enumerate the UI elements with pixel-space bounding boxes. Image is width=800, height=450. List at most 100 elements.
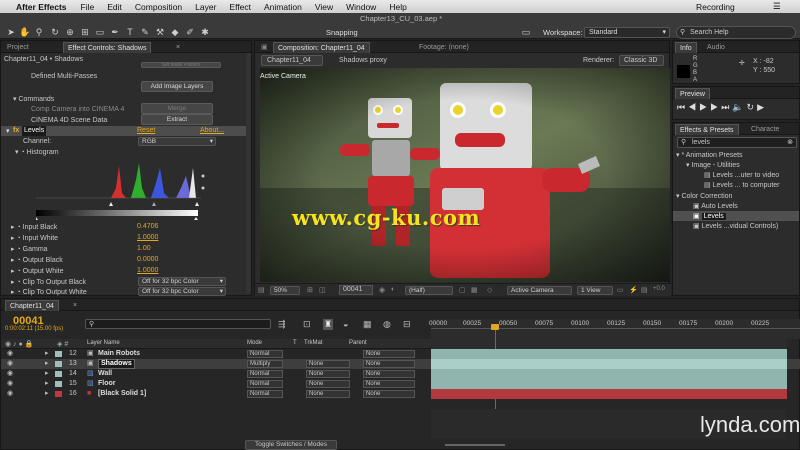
histogram-twirl-icon[interactable]: ▾: [15, 149, 19, 156]
hide-shy-layers-icon[interactable]: ◒: [343, 319, 348, 329]
tree-item[interactable]: ▾ * Animation Presets: [676, 151, 743, 159]
t-header[interactable]: T: [293, 340, 297, 346]
mask-icon[interactable]: ◫: [319, 286, 326, 294]
layer-row[interactable]: ◉ ▸ 14 ▨ Wall Normal None None: [1, 369, 800, 379]
brush-tool-icon[interactable]: ✎: [139, 26, 151, 38]
extract-button[interactable]: Extract: [141, 114, 213, 125]
timeline-icon[interactable]: ▤: [641, 286, 648, 294]
menu-effect[interactable]: Effect: [229, 2, 251, 12]
timeline-search-input[interactable]: ⚲: [85, 319, 271, 329]
trkmat-header[interactable]: TrkMat: [304, 340, 322, 346]
toggle-pixel-aspect-icon[interactable]: ▭: [617, 286, 624, 294]
live-update-icon[interactable]: ⊡: [303, 319, 311, 330]
tab-footage[interactable]: Footage: (none): [415, 42, 473, 53]
layer-row[interactable]: ◉ ▸ 12 ▣ Main Robots Normal None: [1, 349, 800, 359]
layer-name-header[interactable]: Layer Name: [87, 340, 120, 346]
clone-stamp-tool-icon[interactable]: ⚒: [154, 26, 166, 38]
channel-select[interactable]: RGB ▾: [138, 137, 216, 146]
layer-track-bar[interactable]: [431, 379, 787, 389]
label-color[interactable]: [55, 381, 62, 387]
menu-file[interactable]: File: [81, 2, 95, 12]
show-channel-icon[interactable]: ◐: [391, 286, 395, 293]
app-menu[interactable]: After Effects: [16, 2, 67, 12]
mode-select[interactable]: Multiply: [247, 360, 283, 368]
always-preview-icon[interactable]: ▤: [258, 286, 265, 294]
comp-subtab[interactable]: Chapter11_04: [261, 55, 323, 66]
commands-twirl-icon[interactable]: ▾: [13, 96, 17, 103]
pan-behind-tool-icon[interactable]: ⊞: [79, 26, 91, 38]
trkmat-select[interactable]: None: [306, 360, 350, 368]
tab-info[interactable]: Info: [675, 42, 697, 53]
eraser-tool-icon[interactable]: ◆: [169, 26, 181, 38]
audio-icon[interactable]: 🔈: [732, 102, 746, 112]
tree-item[interactable]: ▾ Image - Utilities: [686, 161, 740, 169]
draft-3d-toggle-icon[interactable]: ♜: [323, 319, 334, 330]
graph-editor-icon[interactable]: ⊟: [403, 319, 411, 330]
clip-white-select[interactable]: Off for 32 bpc Color ▾: [138, 287, 226, 296]
first-frame-icon[interactable]: ⏮: [677, 102, 688, 112]
menu-animation[interactable]: Animation: [264, 2, 302, 12]
close-tab-icon[interactable]: ×: [69, 300, 81, 311]
reset-link[interactable]: Reset: [137, 127, 155, 134]
layer-name[interactable]: Main Robots: [98, 349, 140, 359]
trkmat-select[interactable]: None: [306, 380, 350, 388]
fast-previews-icon[interactable]: ⚡: [629, 286, 638, 294]
toggle-switches-modes-button[interactable]: Toggle Switches / Modes: [245, 440, 337, 450]
stopwatch-icon[interactable]: ◔: [20, 149, 24, 156]
eye-icon[interactable]: ◉: [7, 379, 13, 389]
menu-composition[interactable]: Composition: [135, 2, 182, 12]
effect-controls-scrollbar[interactable]: [246, 53, 251, 293]
tree-item[interactable]: ▣ Auto Levels: [693, 202, 738, 210]
mode-select[interactable]: Normal: [247, 350, 283, 358]
mode-header[interactable]: Mode: [247, 340, 262, 346]
tab-composition[interactable]: Composition: Chapter11_04: [273, 42, 370, 53]
exposure-value[interactable]: +0.0: [653, 286, 665, 292]
layer-name[interactable]: [Black Solid 1]: [98, 389, 146, 399]
close-tab-icon[interactable]: ×: [172, 42, 184, 53]
twirl-right-icon[interactable]: ▸: [45, 369, 49, 379]
workspace-select[interactable]: Standard ▾: [584, 27, 670, 38]
clip-black-select[interactable]: Off for 32 bpc Color ▾: [138, 277, 226, 286]
camera-view-select[interactable]: Active Camera: [507, 286, 572, 295]
tab-project[interactable]: Project: [3, 42, 33, 53]
transparency-grid-icon[interactable]: ▦: [471, 286, 478, 294]
parent-select[interactable]: None: [363, 380, 415, 388]
label-color[interactable]: [55, 351, 62, 357]
layer-row-selected[interactable]: ◉ ▸ 13 ▣ Shadows Multiply None None: [1, 359, 800, 369]
pen-tool-icon[interactable]: ✒: [109, 26, 121, 38]
menu-edit[interactable]: Edit: [107, 2, 122, 12]
next-frame-icon[interactable]: ▶: [710, 102, 721, 112]
playhead-handle[interactable]: [491, 324, 499, 330]
parent-select[interactable]: None: [363, 360, 415, 368]
menu-help[interactable]: Help: [389, 2, 406, 12]
layer-name[interactable]: Floor: [98, 379, 116, 389]
parent-select[interactable]: None: [363, 390, 415, 398]
eye-icon[interactable]: ◉: [7, 369, 13, 379]
about-link[interactable]: About...: [200, 127, 224, 134]
tab-character[interactable]: Characte: [747, 124, 783, 135]
rectangle-tool-icon[interactable]: ▭: [94, 26, 106, 38]
workspace-layout-icon[interactable]: ▭: [520, 26, 532, 38]
tree-item[interactable]: ▤ Levels ...uter to video: [704, 171, 779, 179]
input-black-value[interactable]: 0.4706: [137, 223, 158, 230]
output-black-value[interactable]: 0.0000: [137, 256, 158, 263]
tab-timeline[interactable]: Chapter11_04: [5, 300, 59, 311]
layer-row[interactable]: ◉ ▸ 15 ▨ Floor Normal None None: [1, 379, 800, 389]
hand-tool-icon[interactable]: ✋: [19, 26, 31, 38]
draft-3d-icon[interactable]: ◇: [487, 286, 492, 294]
add-image-layers-button[interactable]: Add Image Layers: [141, 81, 213, 92]
eye-icon[interactable]: ◉: [7, 349, 13, 359]
type-tool-icon[interactable]: T: [124, 26, 136, 38]
output-white-value[interactable]: 1.0000: [137, 267, 158, 274]
region-of-interest-icon[interactable]: ▢: [459, 286, 466, 294]
twirl-right-icon[interactable]: ▸: [45, 359, 49, 369]
layer-track-bar[interactable]: [431, 359, 787, 369]
parent-header[interactable]: Parent: [349, 340, 367, 346]
tree-item[interactable]: ▤ Levels ... to computer: [704, 181, 779, 189]
zoom-select[interactable]: 50%: [270, 286, 300, 295]
twirl-right-icon[interactable]: ▸: [45, 389, 49, 399]
layer-track-bar[interactable]: [431, 389, 787, 399]
levels-twirl-icon[interactable]: ▾: [6, 127, 10, 135]
tree-item[interactable]: ▣ Levels ...vidual Controls): [693, 222, 778, 230]
fx-badge[interactable]: fx: [13, 127, 19, 134]
